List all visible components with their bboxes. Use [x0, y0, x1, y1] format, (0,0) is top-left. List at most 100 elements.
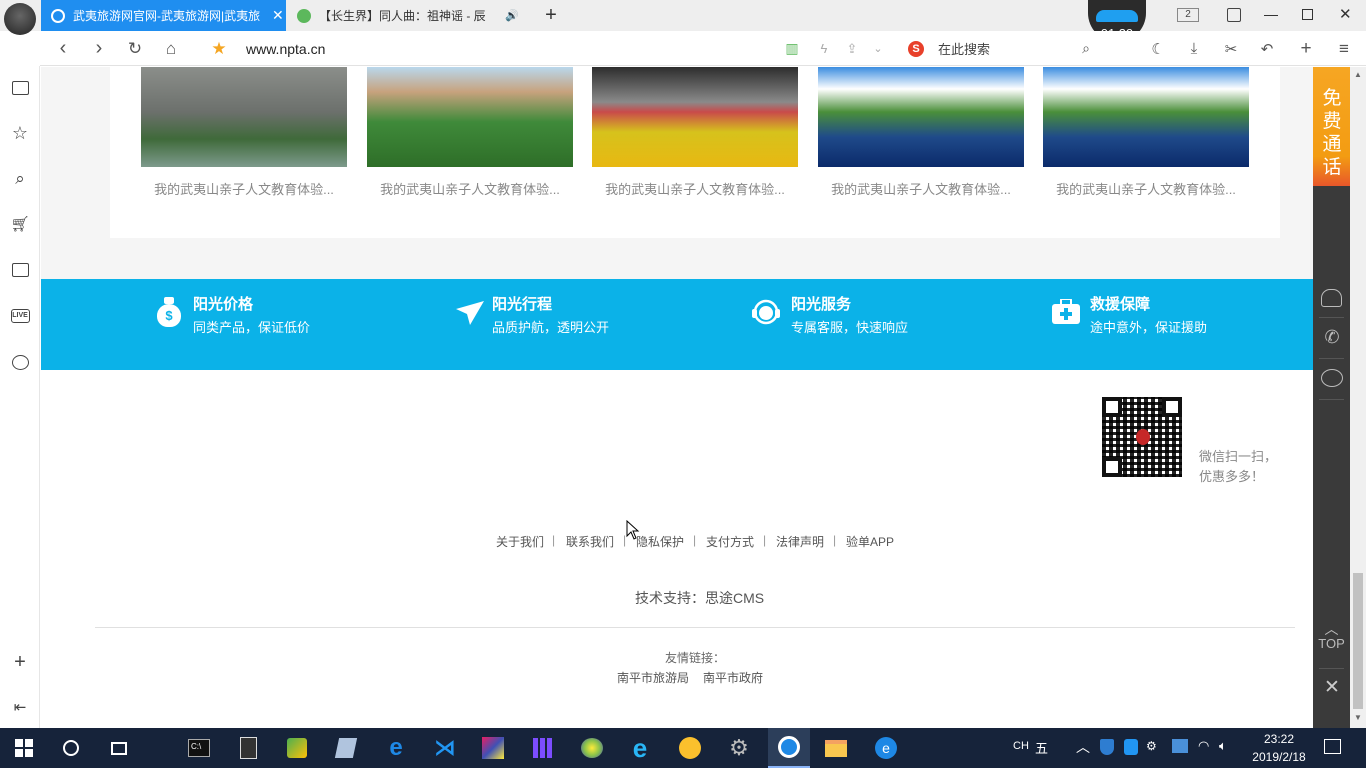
menu-icon[interactable]: ≡	[1334, 31, 1354, 66]
start-button[interactable]	[12, 736, 36, 760]
qq-browser-icon[interactable]	[768, 728, 810, 768]
settings-gear-icon[interactable]: ⚙	[727, 735, 751, 760]
gallery-thumb-3[interactable]	[592, 67, 798, 167]
blue-browser-icon[interactable]: e	[874, 736, 898, 760]
tab-changshengjie[interactable]: 【长生界】同人曲：祖神谣 - 辰 🔊	[287, 0, 532, 31]
speaker-icon[interactable]: 🔊	[505, 9, 519, 22]
gallery-caption[interactable]: 我的武夷山亲子人文教育体验...	[1043, 179, 1249, 198]
browser-avatar[interactable]	[4, 3, 36, 35]
edge-browser-icon[interactable]: e	[384, 734, 408, 761]
gallery-thumb-2[interactable]	[367, 67, 573, 167]
scroll-up-arrow[interactable]: ▲	[1354, 70, 1362, 79]
footer-link-legal[interactable]: 法律声明	[776, 533, 824, 550]
search-input[interactable]: 在此搜索	[938, 31, 1058, 66]
bluetooth-icon[interactable]	[1124, 739, 1138, 755]
new-tab-button[interactable]: +	[540, 4, 562, 26]
cortana-search-icon[interactable]	[59, 736, 83, 760]
tray-up-chevron-icon[interactable]: ︿	[1076, 737, 1090, 757]
back-button[interactable]: ‹	[52, 31, 74, 66]
volume-icon[interactable]: 🔈︎	[1219, 738, 1227, 754]
live-icon[interactable]: LIVE	[8, 304, 32, 328]
forward-button[interactable]: ›	[88, 31, 110, 66]
share-icon[interactable]: ⇪	[842, 31, 862, 66]
friend-link[interactable]: 南平市旅游局	[617, 669, 689, 686]
reader-list-icon[interactable]	[8, 76, 32, 100]
close-tab-icon[interactable]: ✕	[272, 7, 284, 24]
favorite-star-icon[interactable]: ★	[208, 31, 230, 66]
restore-button[interactable]	[1302, 9, 1313, 20]
tab-count-badge[interactable]: 2	[1177, 8, 1199, 22]
ie-browser-icon[interactable]: e	[628, 733, 652, 763]
add-icon[interactable]: +	[8, 650, 32, 674]
gallery-caption[interactable]: 我的武夷山亲子人文教育体验...	[367, 179, 573, 198]
night-mode-icon[interactable]: ☾	[1148, 31, 1168, 66]
cmd-icon[interactable]: C:\	[187, 736, 211, 760]
search-engine-icon[interactable]: S	[906, 31, 926, 66]
gallery-caption[interactable]: 我的武夷山亲子人文教育体验...	[141, 179, 347, 198]
gallery-caption[interactable]: 我的武夷山亲子人文教育体验...	[592, 179, 798, 198]
ime-language[interactable]: CH	[1013, 740, 1029, 752]
colorful-app-icon[interactable]	[481, 736, 505, 760]
minimize-button[interactable]	[1264, 8, 1278, 22]
video-icon[interactable]	[8, 258, 32, 282]
gallery-caption[interactable]: 我的武夷山亲子人文教育体验...	[818, 179, 1024, 198]
wechat-icon[interactable]	[1321, 369, 1343, 387]
network-tray-icon[interactable]	[1172, 739, 1188, 753]
friend-link[interactable]: 南平市政府	[703, 669, 763, 686]
close-float-icon[interactable]: ✕	[1321, 676, 1343, 698]
gallery-thumb-4[interactable]	[818, 67, 1024, 167]
gallery-thumb-5[interactable]	[1043, 67, 1249, 167]
app-tree-icon[interactable]	[285, 736, 309, 760]
footer-link-about[interactable]: 关于我们	[496, 533, 544, 550]
search-icon[interactable]: ⌕	[8, 167, 32, 191]
chevron-down-icon[interactable]: ⌄	[868, 31, 888, 66]
chat-icon[interactable]	[8, 350, 32, 374]
clock-time[interactable]: 23:22	[1249, 732, 1309, 746]
star-icon[interactable]: ☆	[8, 121, 32, 145]
notification-icon[interactable]	[1324, 739, 1341, 754]
footer-link-payment[interactable]: 支付方式	[706, 533, 754, 550]
gallery-thumb-1[interactable]	[141, 67, 347, 167]
shirt-icon[interactable]	[1227, 8, 1241, 22]
feature-title: 阳光价格	[193, 296, 254, 313]
search-icon[interactable]: ⌕	[1076, 31, 1096, 66]
calculator-icon[interactable]	[236, 736, 260, 760]
reader-icon[interactable]: ▥	[782, 31, 802, 66]
clock-date[interactable]: 2019/2/18	[1245, 750, 1313, 764]
input-tray-icon[interactable]: ⚙	[1146, 739, 1157, 753]
top-label: TOP	[1318, 636, 1345, 651]
tab-wuyi[interactable]: 武夷旅游网官网-武夷旅游网|武夷旅 ✕	[41, 0, 286, 31]
emoji-app-icon[interactable]	[678, 736, 702, 760]
vertical-scrollbar[interactable]: ▲ ▼	[1350, 67, 1366, 728]
footer-link-contact[interactable]: 联系我们	[566, 533, 614, 550]
lightning-icon[interactable]: ϟ	[814, 31, 834, 66]
home-icon[interactable]: ⌂	[160, 31, 182, 66]
refresh-icon[interactable]: ↻	[124, 31, 146, 66]
customer-service-icon[interactable]	[1321, 289, 1342, 307]
shield-icon[interactable]	[1100, 739, 1114, 755]
feature-title: 阳光行程	[492, 296, 553, 313]
paint-icon[interactable]	[580, 736, 604, 760]
plus-icon[interactable]: +	[1296, 31, 1316, 66]
footer-link-privacy[interactable]: 隐私保护	[636, 533, 684, 550]
purple-grid-icon[interactable]	[531, 736, 555, 760]
scroll-down-arrow[interactable]: ▼	[1354, 713, 1362, 722]
scissors-icon[interactable]: ✂	[1218, 31, 1244, 66]
undo-icon[interactable]: ↶	[1254, 31, 1280, 66]
wifi-icon[interactable]: ◠	[1198, 738, 1209, 754]
footer-link-app[interactable]: 验单APP	[846, 533, 894, 550]
ime-mode[interactable]: 五	[1035, 738, 1048, 757]
back-to-top-button[interactable]: ︿ TOP	[1313, 622, 1350, 662]
phone-icon[interactable]: ✆	[1321, 327, 1343, 349]
cart-icon[interactable]: 🛒︎	[8, 212, 32, 236]
free-call-button[interactable]: 免费通话	[1313, 67, 1350, 186]
close-window-button[interactable]: ✕	[1339, 5, 1355, 25]
notes-icon[interactable]	[334, 736, 358, 760]
file-explorer-icon[interactable]	[824, 736, 848, 760]
task-view-icon[interactable]	[107, 736, 131, 760]
scroll-thumb[interactable]	[1353, 573, 1363, 709]
url-field[interactable]: www.npta.cn	[246, 31, 446, 66]
collapse-sidebar-icon[interactable]: ⇤	[8, 695, 32, 719]
vscode-icon[interactable]: ⋊	[433, 735, 457, 760]
download-icon[interactable]: ⤓	[1184, 31, 1204, 66]
